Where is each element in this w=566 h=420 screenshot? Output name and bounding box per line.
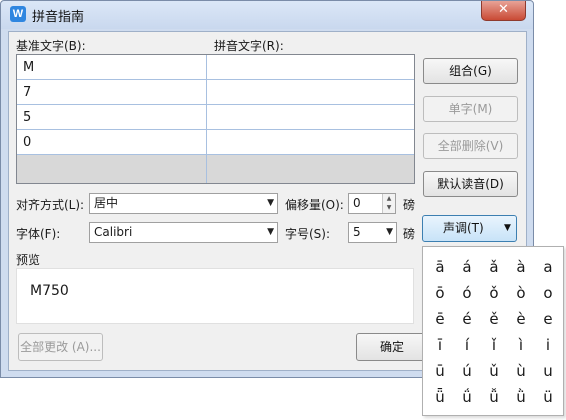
tone-item[interactable]: ū <box>428 359 452 383</box>
font-select[interactable]: Calibri ▼ <box>89 222 278 243</box>
tone-item[interactable]: ī <box>428 333 452 357</box>
base-cell[interactable]: M <box>17 55 207 80</box>
ok-button[interactable]: 确定 <box>356 333 428 361</box>
tone-item[interactable]: e <box>536 307 560 331</box>
chevron-down-icon: ▼ <box>267 227 274 237</box>
size-select[interactable]: 5 ▼ <box>348 222 397 243</box>
tone-item[interactable]: é <box>455 307 479 331</box>
single-char-button[interactable]: 单字(M) <box>423 96 518 122</box>
tone-item[interactable]: ì <box>509 333 533 357</box>
tone-item[interactable]: á <box>455 255 479 279</box>
tone-item[interactable]: ò <box>509 281 533 305</box>
title-bar[interactable]: W 拼音指南 ✕ <box>1 1 533 29</box>
default-reading-button[interactable]: 默认读音(D) <box>423 171 518 197</box>
base-cell[interactable]: 5 <box>17 105 207 130</box>
alignment-label: 对齐方式(L): <box>16 198 85 212</box>
tone-item[interactable]: à <box>509 255 533 279</box>
pinyin-text-label: 拼音文字(R): <box>214 39 284 53</box>
clear-all-button[interactable]: 全部删除(V) <box>423 133 518 159</box>
base-cell[interactable]: 0 <box>17 130 207 155</box>
tone-item[interactable]: ǚ <box>482 385 506 409</box>
tone-item[interactable]: ù <box>509 359 533 383</box>
font-label: 字体(F): <box>16 227 61 241</box>
tone-item[interactable]: o <box>536 281 560 305</box>
tone-item[interactable]: ā <box>428 255 452 279</box>
tone-item[interactable]: ē <box>428 307 452 331</box>
pinyin-cell[interactable] <box>207 130 414 155</box>
offset-label: 偏移量(O): <box>285 198 344 212</box>
base-cell[interactable]: 7 <box>17 80 207 105</box>
font-value: Calibri <box>94 225 133 239</box>
alignment-select[interactable]: 居中 ▼ <box>89 193 278 214</box>
pinyin-grid: M 7 5 0 <box>16 54 415 184</box>
tone-item[interactable]: ǘ <box>455 385 479 409</box>
dialog-title: 拼音指南 <box>32 10 85 25</box>
tone-item[interactable]: ō <box>428 281 452 305</box>
tone-item[interactable]: ü <box>536 385 560 409</box>
offset-stepper[interactable]: 0 ▲ ▼ <box>348 193 396 214</box>
chevron-down-icon: ▼ <box>504 223 511 233</box>
tone-item[interactable]: ǖ <box>428 385 452 409</box>
size-label: 字号(S): <box>285 227 331 241</box>
base-text-label: 基准文字(B): <box>16 39 86 53</box>
preview-label: 预览 <box>16 253 41 267</box>
base-cell[interactable] <box>17 155 207 183</box>
preview-box: M750 <box>16 268 414 324</box>
size-unit: 磅 <box>403 227 416 241</box>
preview-text: M750 <box>30 283 69 299</box>
offset-unit: 磅 <box>403 198 416 212</box>
change-all-button[interactable]: 全部更改 (A)... <box>18 333 103 361</box>
tone-button-label: 声调(T) <box>443 221 484 235</box>
size-value: 5 <box>353 225 361 239</box>
app-icon: W <box>10 6 26 22</box>
spin-arrows-icon[interactable]: ▲ ▼ <box>382 194 395 213</box>
tone-item[interactable]: i <box>536 333 560 357</box>
tone-item[interactable]: ǒ <box>482 281 506 305</box>
offset-value: 0 <box>353 196 361 210</box>
pinyin-cell[interactable] <box>207 105 414 130</box>
combine-button[interactable]: 组合(G) <box>423 58 518 84</box>
tone-item[interactable]: ǎ <box>482 255 506 279</box>
tone-item[interactable]: í <box>455 333 479 357</box>
tone-menu: ā á ǎ à a ō ó ǒ ò o ē é ě è e ī í ǐ ì i … <box>422 246 564 416</box>
tone-item[interactable]: u <box>536 359 560 383</box>
tone-item[interactable]: ǔ <box>482 359 506 383</box>
alignment-value: 居中 <box>94 196 119 210</box>
pinyin-cell[interactable] <box>207 155 414 183</box>
tone-item[interactable]: ǐ <box>482 333 506 357</box>
tone-item[interactable]: ú <box>455 359 479 383</box>
pinyin-cell[interactable] <box>207 55 414 80</box>
close-icon: ✕ <box>498 2 509 17</box>
tone-item[interactable]: ě <box>482 307 506 331</box>
tone-button[interactable]: 声调(T) ▼ <box>422 215 517 242</box>
tone-item[interactable]: a <box>536 255 560 279</box>
tone-item[interactable]: ǜ <box>509 385 533 409</box>
close-button[interactable]: ✕ <box>481 1 526 21</box>
tone-item[interactable]: ó <box>455 281 479 305</box>
chevron-down-icon: ▼ <box>267 198 274 208</box>
chevron-down-icon: ▼ <box>386 227 393 237</box>
tone-item[interactable]: è <box>509 307 533 331</box>
pinyin-cell[interactable] <box>207 80 414 105</box>
